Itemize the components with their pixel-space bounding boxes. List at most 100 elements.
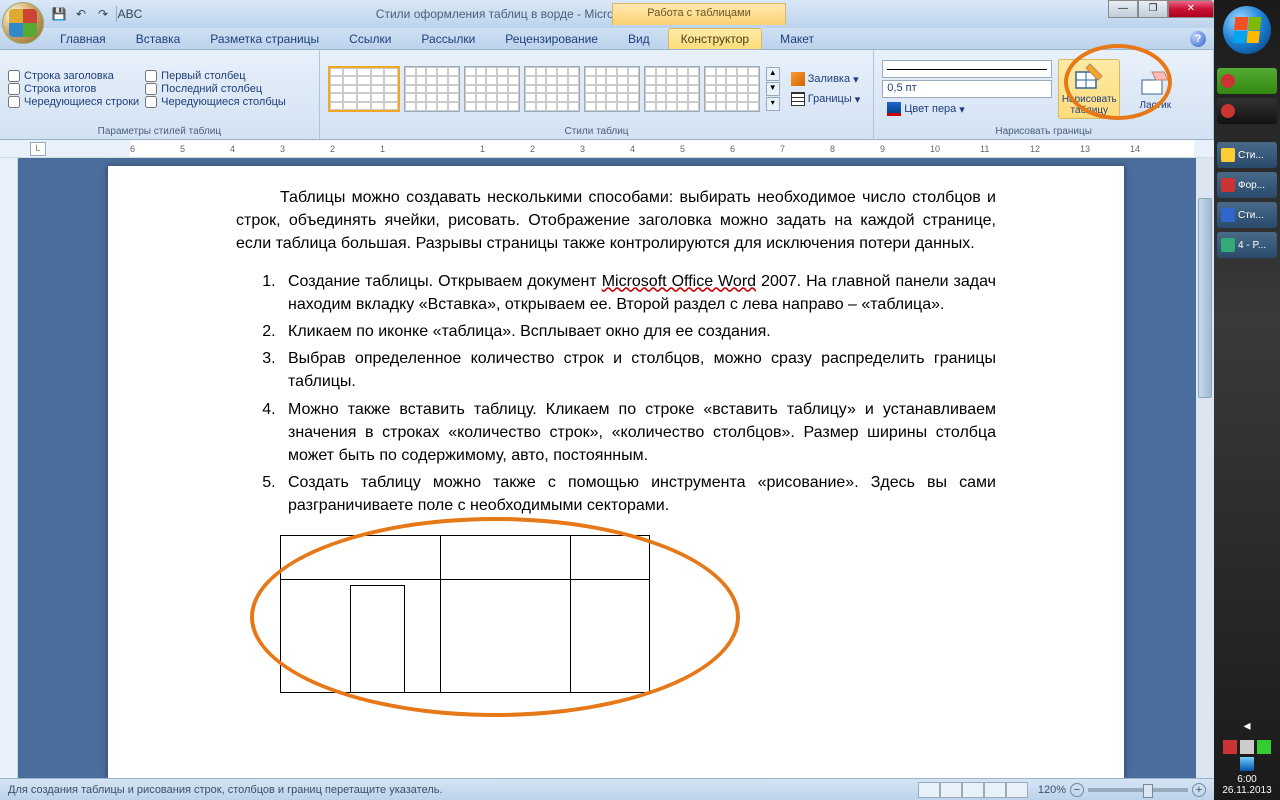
tab-review[interactable]: Рецензирование — [493, 29, 610, 49]
tab-layout[interactable]: Макет — [768, 29, 826, 49]
tab-selector[interactable]: L — [30, 142, 46, 156]
group-label: Стили таблиц — [328, 124, 866, 137]
taskbar-item[interactable]: Фор... — [1217, 172, 1277, 198]
zoom-control: 120% − + — [1038, 783, 1206, 797]
opt-first-col[interactable]: Первый столбец — [145, 70, 286, 82]
pen-style-select[interactable] — [882, 60, 1052, 78]
table-style-2[interactable] — [404, 66, 460, 112]
tab-view[interactable]: Вид — [616, 29, 662, 49]
tray-expand-icon[interactable]: ◂ — [1243, 717, 1250, 734]
redo-icon[interactable]: ↷ — [94, 5, 112, 23]
zoom-out-button[interactable]: − — [1070, 783, 1084, 797]
pen-weight-select[interactable]: 0,5 пт — [882, 80, 1052, 98]
table-style-3[interactable] — [464, 66, 520, 112]
taskbar-item[interactable]: Сти... — [1217, 142, 1277, 168]
status-hint: Для создания таблицы и рисования строк, … — [8, 784, 443, 796]
undo-icon[interactable]: ↶ — [72, 5, 90, 23]
minimize-button[interactable]: — — [1108, 0, 1138, 18]
borders-button[interactable]: Границы ▾ — [786, 90, 866, 108]
table-style-4[interactable] — [524, 66, 580, 112]
view-buttons — [918, 782, 1028, 798]
taskbar-item[interactable] — [1217, 68, 1277, 94]
tray-icon[interactable] — [1257, 740, 1271, 754]
horizontal-ruler[interactable]: L 6543211234567891011121314 — [0, 140, 1214, 158]
yandex-icon — [1221, 74, 1235, 88]
clock-date[interactable]: 26.11.2013 — [1222, 785, 1271, 796]
opt-banded-rows[interactable]: Чередующиеся строки — [8, 96, 139, 108]
title-bar: 💾 ↶ ↷ ABC Стили оформления таблиц в ворд… — [0, 0, 1214, 28]
ribbon: Строка заголовка Строка итогов Чередующи… — [0, 50, 1214, 140]
paint-bucket-icon — [791, 72, 805, 86]
tray-icon[interactable] — [1223, 740, 1237, 754]
word-icon — [1221, 208, 1235, 222]
vertical-scrollbar[interactable] — [1196, 158, 1214, 778]
contextual-tab-title: Работа с таблицами — [612, 3, 786, 25]
zoom-slider[interactable] — [1088, 788, 1188, 792]
numbered-list: Создание таблицы. Открываем документ Mic… — [236, 270, 996, 518]
table-style-7[interactable] — [704, 66, 760, 112]
network-icon[interactable] — [1240, 757, 1254, 771]
taskbar-item[interactable] — [1217, 98, 1277, 124]
view-outline[interactable] — [984, 782, 1006, 798]
save-icon[interactable]: 💾 — [50, 5, 68, 23]
pen-color-button[interactable]: Цвет пера ▾ — [882, 100, 1052, 118]
styles-more[interactable]: ▾ — [766, 97, 780, 111]
pen-color-icon — [887, 102, 901, 116]
list-item: Создать таблицу можно также с помощью ин… — [280, 471, 996, 517]
tab-references[interactable]: Ссылки — [337, 29, 403, 49]
list-item: Можно также вставить таблицу. Кликаем по… — [280, 398, 996, 468]
view-draft[interactable] — [1006, 782, 1028, 798]
view-full-screen[interactable] — [940, 782, 962, 798]
group-table-style-options: Строка заголовка Строка итогов Чередующи… — [0, 50, 320, 139]
vertical-ruler[interactable] — [0, 158, 18, 778]
maximize-button[interactable]: ❐ — [1138, 0, 1168, 18]
zoom-in-button[interactable]: + — [1192, 783, 1206, 797]
window-controls: — ❐ ✕ — [1108, 0, 1214, 18]
pencil-table-icon — [1074, 62, 1104, 92]
styles-scroll-up[interactable]: ▲ — [766, 67, 780, 81]
table-style-1[interactable] — [328, 66, 400, 112]
page[interactable]: Таблицы можно создавать несколькими спос… — [108, 166, 1124, 778]
zoom-level[interactable]: 120% — [1038, 784, 1066, 796]
tab-design[interactable]: Конструктор — [668, 28, 762, 49]
draw-table-button[interactable]: Нарисовать таблицу — [1058, 59, 1120, 119]
list-item: Кликаем по иконке «таблица». Всплывает о… — [280, 320, 996, 343]
styles-scroll-down[interactable]: ▼ — [766, 82, 780, 96]
opt-last-col[interactable]: Последний столбец — [145, 83, 286, 95]
list-item: Создание таблицы. Открываем документ Mic… — [280, 270, 996, 316]
table-style-6[interactable] — [644, 66, 700, 112]
close-button[interactable]: ✕ — [1168, 0, 1214, 18]
spellcheck-icon[interactable]: ABC — [121, 5, 139, 23]
office-button[interactable] — [2, 2, 44, 44]
taskbar-item[interactable]: Сти... — [1217, 202, 1277, 228]
document-area: Таблицы можно создавать несколькими спос… — [0, 158, 1214, 778]
tab-insert[interactable]: Вставка — [124, 29, 193, 49]
volume-icon[interactable] — [1240, 740, 1254, 754]
group-label: Нарисовать границы — [882, 124, 1205, 137]
view-print-layout[interactable] — [918, 782, 940, 798]
tab-home[interactable]: Главная — [48, 29, 118, 49]
app-icon — [1221, 178, 1235, 192]
scrollbar-thumb[interactable] — [1198, 198, 1212, 398]
tab-mailings[interactable]: Рассылки — [409, 29, 487, 49]
shading-button[interactable]: Заливка ▾ — [786, 70, 866, 88]
tab-page-layout[interactable]: Разметка страницы — [198, 29, 331, 49]
windows-logo-icon — [1233, 17, 1262, 43]
eraser-button[interactable]: Ластик — [1124, 66, 1186, 113]
taskbar-item[interactable]: 4 - P... — [1217, 232, 1277, 258]
group-table-styles: ▲ ▼ ▾ Заливка ▾ Границы ▾ Стили таблиц — [320, 50, 875, 139]
drawn-table[interactable] — [280, 535, 660, 695]
status-bar: Для создания таблицы и рисования строк, … — [0, 778, 1214, 800]
opt-total-row[interactable]: Строка итогов — [8, 83, 139, 95]
opt-header-row[interactable]: Строка заголовка — [8, 70, 139, 82]
clock-time[interactable]: 6:00 — [1237, 774, 1256, 785]
app-icon — [1221, 104, 1235, 118]
borders-icon — [791, 92, 805, 106]
opt-banded-cols[interactable]: Чередующиеся столбцы — [145, 96, 286, 108]
table-style-5[interactable] — [584, 66, 640, 112]
help-icon[interactable]: ? — [1190, 31, 1206, 47]
list-item: Выбрав определенное количество строк и с… — [280, 347, 996, 393]
view-web[interactable] — [962, 782, 984, 798]
start-button[interactable] — [1223, 6, 1271, 54]
group-label: Параметры стилей таблиц — [8, 124, 311, 137]
